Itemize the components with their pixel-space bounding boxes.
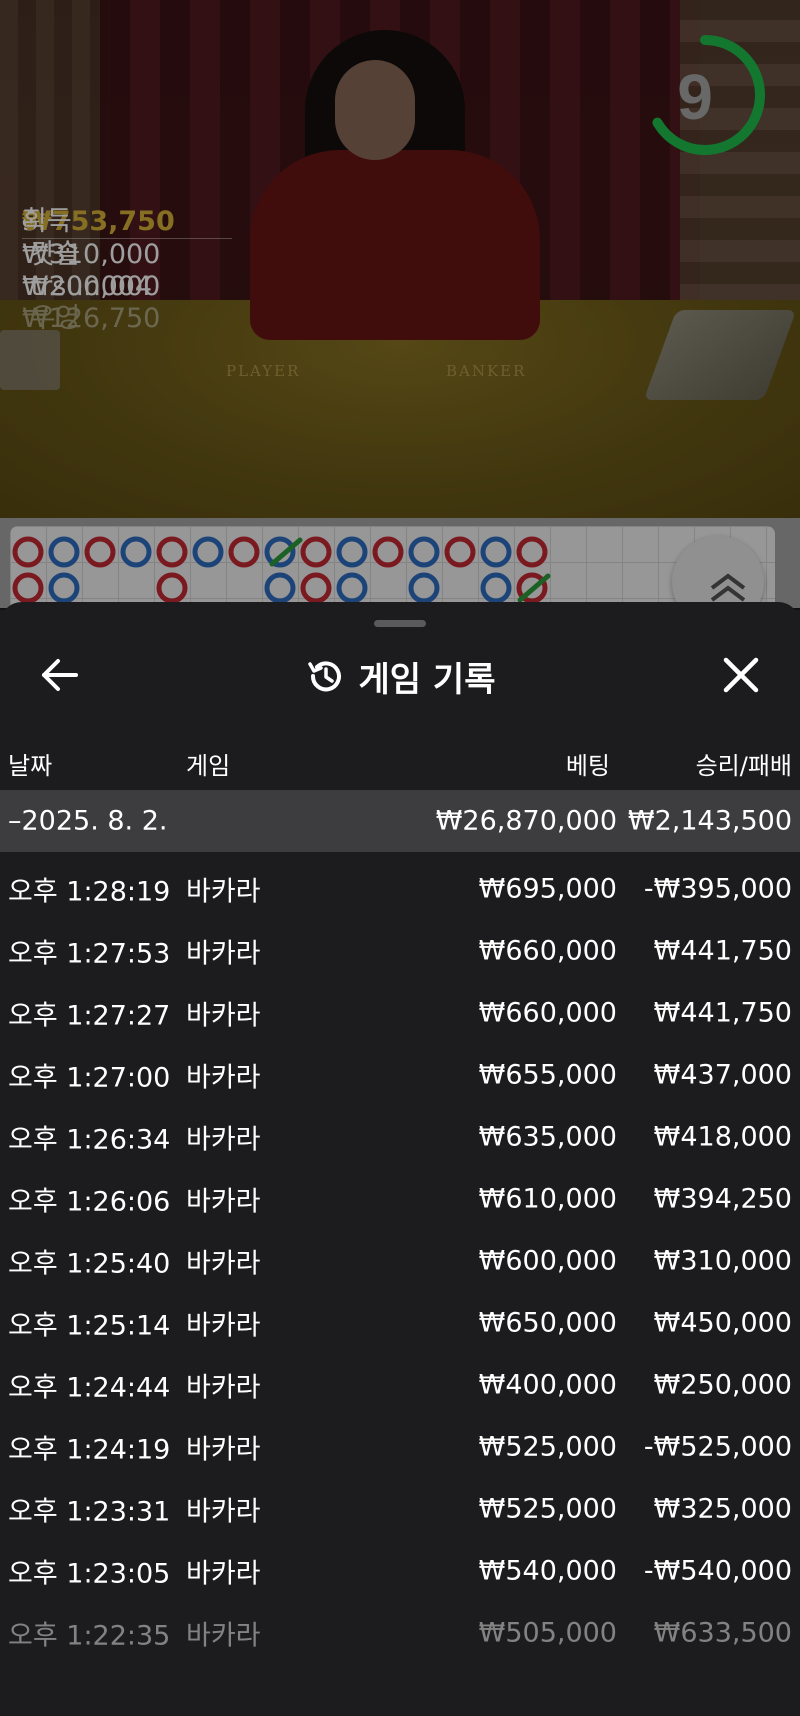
row-game: 바카라	[186, 1310, 261, 1342]
column-bet: 베팅	[565, 752, 610, 780]
history-icon	[307, 661, 341, 692]
row-game: 바카라	[186, 1558, 261, 1590]
table-row[interactable]: 오후 1:27:00 바카라 ₩655,000 ₩437,000	[0, 1044, 800, 1106]
table-row[interactable]: 오후 1:26:34 바카라 ₩635,000 ₩418,000	[0, 1106, 800, 1168]
row-time: 오후 1:27:53	[8, 938, 171, 970]
table-row[interactable]: 오후 1:22:35 바카라 ₩505,000 ₩633,500	[0, 1602, 800, 1664]
row-game: 바카라	[186, 1248, 261, 1280]
row-result: -₩525,000	[643, 1431, 792, 1463]
table-row[interactable]: 오후 1:28:19 바카라 ₩695,000 -₩395,000	[0, 858, 800, 920]
row-bet: ₩655,000	[478, 1059, 617, 1091]
column-game: 게임	[186, 752, 231, 780]
column-result: 승리/패배	[695, 752, 792, 780]
row-bet: ₩525,000	[478, 1493, 617, 1525]
row-game: 바카라	[186, 1124, 261, 1156]
row-time: 오후 1:25:40	[8, 1248, 171, 1280]
table-row[interactable]: 오후 1:24:44 바카라 ₩400,000 ₩250,000	[0, 1354, 800, 1416]
sheet-header: 게임 기록	[0, 646, 800, 706]
row-time: 오후 1:23:31	[8, 1496, 171, 1528]
sheet-grabber[interactable]	[374, 620, 426, 627]
row-result: -₩540,000	[643, 1555, 792, 1587]
table-row[interactable]: 오후 1:25:40 바카라 ₩600,000 ₩310,000	[0, 1230, 800, 1292]
sheet-title: 게임 기록	[358, 659, 496, 700]
column-date: 날짜	[8, 752, 53, 780]
table-header: 날짜 게임 베팅 승리/패배	[0, 740, 800, 780]
row-result: ₩250,000	[653, 1369, 792, 1401]
row-game: 바카라	[186, 1496, 261, 1528]
row-game: 바카라	[186, 1186, 261, 1218]
table-row[interactable]: 오후 1:24:19 바카라 ₩525,000 -₩525,000	[0, 1416, 800, 1478]
table-row[interactable]: 오후 1:25:14 바카라 ₩650,000 ₩450,000	[0, 1292, 800, 1354]
group-total-result: ₩2,143,500	[627, 805, 792, 837]
row-game: 바카라	[186, 1372, 261, 1404]
row-result: ₩325,000	[653, 1493, 792, 1525]
row-game: 바카라	[186, 876, 261, 908]
modal-backdrop[interactable]	[0, 0, 800, 610]
row-time: 오후 1:28:19	[8, 876, 171, 908]
row-time: 오후 1:25:14	[8, 1310, 171, 1342]
row-bet: ₩660,000	[478, 997, 617, 1029]
row-bet: ₩400,000	[478, 1369, 617, 1401]
group-total-bet: ₩26,870,000	[435, 805, 617, 837]
row-result: ₩450,000	[653, 1307, 792, 1339]
row-bet: ₩525,000	[478, 1431, 617, 1463]
row-time: 오후 1:27:27	[8, 1000, 171, 1032]
row-time: 오후 1:23:05	[8, 1558, 171, 1590]
close-button[interactable]	[716, 650, 766, 700]
table-row[interactable]: 오후 1:26:06 바카라 ₩610,000 ₩394,250	[0, 1168, 800, 1230]
row-game: 바카라	[186, 1062, 261, 1094]
table-row[interactable]: 오후 1:23:31 바카라 ₩525,000 ₩325,000	[0, 1478, 800, 1540]
row-bet: ₩610,000	[478, 1183, 617, 1215]
row-result: ₩418,000	[653, 1121, 792, 1153]
table-row[interactable]: 오후 1:23:05 바카라 ₩540,000 -₩540,000	[0, 1540, 800, 1602]
row-result: ₩441,750	[653, 935, 792, 967]
row-game: 바카라	[186, 1620, 261, 1652]
game-history-sheet: 게임 기록 날짜 게임 베팅 승리/패배 –2025. 8. 2. ₩26,87…	[0, 602, 800, 1716]
row-result: ₩394,250	[653, 1183, 792, 1215]
date-group-row[interactable]: –2025. 8. 2. ₩26,870,000 ₩2,143,500	[0, 790, 800, 852]
group-date: –2025. 8. 2.	[8, 805, 168, 837]
row-time: 오후 1:24:44	[8, 1372, 171, 1404]
row-time: 오후 1:26:06	[8, 1186, 171, 1218]
row-game: 바카라	[186, 938, 261, 970]
row-result: ₩437,000	[653, 1059, 792, 1091]
row-time: 오후 1:27:00	[8, 1062, 171, 1094]
row-game: 바카라	[186, 1434, 261, 1466]
row-bet: ₩540,000	[478, 1555, 617, 1587]
row-time: 오후 1:24:19	[8, 1434, 171, 1466]
row-bet: ₩635,000	[478, 1121, 617, 1153]
row-game: 바카라	[186, 1000, 261, 1032]
row-time: 오후 1:26:34	[8, 1124, 171, 1156]
history-list: 오후 1:28:19 바카라 ₩695,000 -₩395,000 오후 1:27:53…	[0, 858, 800, 1664]
row-result: ₩441,750	[653, 997, 792, 1029]
row-bet: ₩650,000	[478, 1307, 617, 1339]
row-result: ₩633,500	[653, 1617, 792, 1649]
row-bet: ₩695,000	[478, 873, 617, 905]
row-result: ₩310,000	[653, 1245, 792, 1277]
row-bet: ₩600,000	[478, 1245, 617, 1277]
row-result: -₩395,000	[643, 873, 792, 905]
row-bet: ₩505,000	[478, 1617, 617, 1649]
table-row[interactable]: 오후 1:27:53 바카라 ₩660,000 ₩441,750	[0, 920, 800, 982]
table-row[interactable]: 오후 1:27:27 바카라 ₩660,000 ₩441,750	[0, 982, 800, 1044]
close-icon	[723, 657, 759, 693]
row-time: 오후 1:22:35	[8, 1620, 171, 1652]
row-bet: ₩660,000	[478, 935, 617, 967]
